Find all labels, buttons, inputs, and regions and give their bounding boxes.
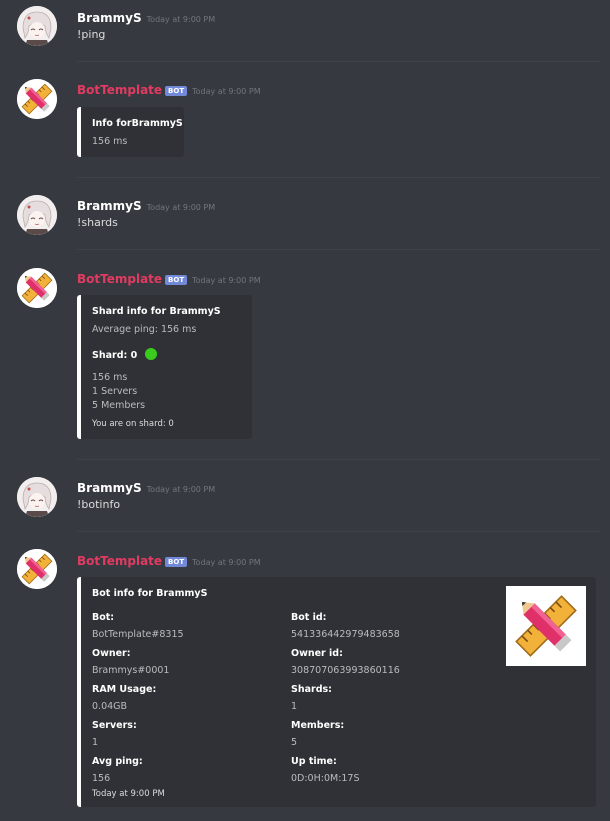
- ruler-pencil-icon: [17, 549, 57, 589]
- bot-avatar[interactable]: [17, 79, 57, 119]
- timestamp: Today at 9:00 PM: [146, 203, 216, 212]
- bot-badge: BOT: [165, 557, 188, 567]
- anime-avatar-icon: [17, 477, 57, 517]
- field-value: BotTemplate#8315: [92, 629, 184, 640]
- shard-servers: 1 Servers: [92, 386, 138, 397]
- ruler-pencil-icon: [506, 586, 586, 666]
- shard-field-name: Shard: 0: [92, 348, 158, 361]
- bot-username[interactable]: BotTemplate: [77, 272, 162, 286]
- field-name: Up time:: [291, 756, 337, 767]
- embed-title: Info forBrammyS: [92, 118, 183, 129]
- user-avatar[interactable]: [17, 477, 57, 517]
- field-name: Bot id:: [291, 612, 327, 623]
- online-status-dot: [145, 348, 158, 360]
- field-value: 1: [92, 737, 99, 748]
- field-value: 5: [291, 737, 298, 748]
- field-value: 0.04GB: [92, 701, 128, 712]
- field-value: 0D:0H:0M:17S: [291, 773, 360, 784]
- field-value: 308707063993860116: [291, 665, 400, 676]
- message-text: !ping: [77, 28, 106, 41]
- field-name: Owner id:: [291, 648, 343, 659]
- embed-ping: Info forBrammyS 156 ms: [77, 107, 184, 157]
- bot-avatar[interactable]: [17, 268, 57, 308]
- divider: [77, 459, 600, 460]
- username[interactable]: BrammyS: [77, 481, 142, 495]
- divider: [77, 531, 600, 532]
- field-name: Avg ping:: [92, 756, 143, 767]
- embed-title: Bot info for BrammyS: [92, 588, 208, 599]
- timestamp: Today at 9:00 PM: [192, 276, 261, 285]
- divider: [77, 249, 600, 250]
- anime-avatar-icon: [17, 6, 57, 46]
- message-text: !botinfo: [77, 498, 121, 511]
- timestamp: Today at 9:00 PM: [146, 485, 216, 494]
- field-name: Owner:: [92, 648, 131, 659]
- bot-username[interactable]: BotTemplate: [77, 83, 162, 97]
- message-text: !shards: [77, 216, 118, 229]
- field-name: Shards:: [291, 684, 332, 695]
- field-name: Bot:: [92, 612, 115, 623]
- user-avatar[interactable]: [17, 195, 57, 235]
- embed-description: 156 ms: [92, 136, 128, 147]
- user-avatar[interactable]: [17, 6, 57, 46]
- ruler-pencil-icon: [17, 79, 57, 119]
- embed-title: Shard info for BrammyS: [92, 306, 221, 317]
- field-value: 156: [92, 773, 111, 784]
- shard-members: 5 Members: [92, 400, 146, 411]
- embed-botinfo: Bot info for BrammyS Bot: BotTemplate#83…: [77, 577, 596, 807]
- divider: [77, 61, 600, 62]
- bot-badge: BOT: [165, 275, 188, 285]
- field-value: 1: [291, 701, 298, 712]
- timestamp: Today at 9:00 PM: [146, 15, 216, 24]
- field-name: Members:: [291, 720, 345, 731]
- embed-footer: Today at 9:00 PM: [92, 789, 165, 799]
- field-value: Brammys#0001: [92, 665, 170, 676]
- timestamp: Today at 9:00 PM: [192, 87, 261, 96]
- field-name: Servers:: [92, 720, 137, 731]
- username[interactable]: BrammyS: [77, 11, 142, 25]
- username[interactable]: BrammyS: [77, 199, 142, 213]
- embed-footer: You are on shard: 0: [92, 419, 174, 429]
- divider: [77, 177, 600, 178]
- timestamp: Today at 9:00 PM: [192, 558, 261, 567]
- shard-ping: 156 ms: [92, 372, 128, 383]
- bot-avatar[interactable]: [17, 549, 57, 589]
- embed-description: Average ping: 156 ms: [92, 324, 197, 335]
- embed-thumbnail[interactable]: [506, 586, 586, 666]
- field-name: RAM Usage:: [92, 684, 157, 695]
- anime-avatar-icon: [17, 195, 57, 235]
- embed-shards: Shard info for BrammyS Average ping: 156…: [77, 295, 252, 439]
- bot-badge: BOT: [165, 86, 188, 96]
- bot-username[interactable]: BotTemplate: [77, 554, 162, 568]
- field-value: 541336442979483658: [291, 629, 400, 640]
- ruler-pencil-icon: [17, 268, 57, 308]
